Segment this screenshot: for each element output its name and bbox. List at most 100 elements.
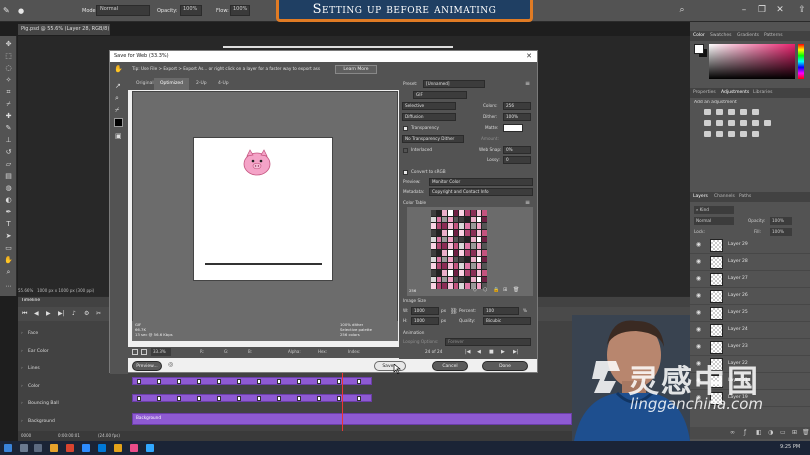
keyframe[interactable] bbox=[217, 379, 221, 384]
color-table-swatch[interactable] bbox=[431, 223, 436, 229]
transparency-dither-select[interactable]: No Transparency Dither bbox=[402, 135, 464, 143]
next-frame-icon[interactable]: ▶ bbox=[501, 349, 505, 355]
color-table-swatch[interactable] bbox=[465, 256, 470, 263]
blur-tool-icon[interactable]: ◍ bbox=[4, 184, 13, 193]
color-table-swatch[interactable] bbox=[482, 256, 487, 263]
color-table-swatch[interactable] bbox=[476, 216, 482, 223]
transparency-checkbox[interactable] bbox=[403, 126, 408, 131]
color-table-swatch[interactable] bbox=[431, 249, 436, 256]
folder-icon[interactable]: ▭ bbox=[780, 429, 786, 436]
keyframe[interactable] bbox=[157, 379, 161, 384]
color-table-swatch[interactable] bbox=[431, 263, 436, 269]
color-table-swatch[interactable] bbox=[436, 216, 442, 223]
shape-tool-icon[interactable]: ▭ bbox=[4, 244, 13, 253]
minimize-icon[interactable]: – bbox=[738, 4, 750, 16]
color-table-swatch[interactable] bbox=[459, 210, 465, 216]
color-table-swatch[interactable] bbox=[436, 243, 442, 249]
tab-libraries[interactable]: Libraries bbox=[753, 88, 772, 98]
keyframe[interactable] bbox=[317, 379, 321, 384]
tab-layers[interactable]: Layers bbox=[693, 192, 708, 202]
app-icon[interactable] bbox=[82, 444, 90, 452]
adjustment-layer-icon[interactable]: ◑ bbox=[768, 429, 773, 436]
share-icon[interactable]: ⇪ bbox=[796, 4, 808, 16]
tab-optimized[interactable]: Optimized bbox=[154, 78, 190, 90]
keyframe[interactable] bbox=[137, 379, 141, 384]
color-table-swatch[interactable] bbox=[448, 243, 453, 249]
keyframe[interactable] bbox=[217, 396, 221, 401]
color-lookup-icon[interactable] bbox=[764, 120, 771, 126]
timeline-clip-bouncing-ball[interactable] bbox=[132, 394, 372, 402]
hue-sat-icon[interactable] bbox=[704, 120, 711, 126]
color-table-swatch[interactable] bbox=[442, 236, 448, 243]
color-table-swatch[interactable] bbox=[442, 283, 448, 289]
document-tab[interactable]: Pig.psd @ 55.6% (Layer 28, RGB/8) * bbox=[18, 24, 110, 35]
color-table-swatch[interactable] bbox=[436, 210, 442, 216]
keyframe[interactable] bbox=[297, 379, 301, 384]
color-table-swatch[interactable] bbox=[442, 276, 448, 283]
tab-swatches[interactable]: Swatches bbox=[710, 31, 732, 41]
matte-swatch[interactable] bbox=[503, 124, 523, 132]
format-select[interactable]: GIF bbox=[413, 91, 467, 99]
color-table-swatch[interactable] bbox=[459, 269, 465, 276]
color-table-swatch[interactable] bbox=[470, 276, 476, 283]
color-table-swatch[interactable] bbox=[465, 210, 470, 216]
tab-gradients[interactable]: Gradients bbox=[737, 31, 759, 41]
color-table-swatch[interactable] bbox=[470, 216, 476, 223]
color-table-swatch[interactable] bbox=[442, 210, 448, 216]
color-table-swatch[interactable] bbox=[482, 210, 487, 216]
layer-row[interactable]: ◉ Layer 25 bbox=[690, 305, 810, 322]
optimized-preview[interactable] bbox=[132, 91, 398, 329]
keyframe[interactable] bbox=[297, 396, 301, 401]
eraser-tool-icon[interactable]: ▱ bbox=[4, 160, 13, 169]
color-table-swatch[interactable] bbox=[436, 283, 442, 289]
hand-tool-icon[interactable]: ✋ bbox=[4, 256, 13, 265]
first-frame-icon[interactable]: |◀ bbox=[465, 349, 471, 355]
browser-preview-icon[interactable]: ◎ bbox=[168, 361, 173, 368]
color-table-swatch[interactable] bbox=[482, 223, 487, 229]
new-color-icon[interactable]: ⊞ bbox=[503, 287, 507, 293]
keyframe[interactable] bbox=[237, 396, 241, 401]
tab-2up[interactable]: 2-Up bbox=[190, 78, 213, 90]
color-table-swatch[interactable] bbox=[459, 276, 465, 283]
color-balance-icon[interactable] bbox=[716, 120, 723, 126]
blend-mode-select[interactable]: Normal bbox=[694, 217, 734, 225]
color-table-swatch[interactable] bbox=[448, 256, 453, 263]
color-table-swatch[interactable] bbox=[436, 229, 442, 236]
app-icon[interactable] bbox=[66, 444, 74, 452]
color-table-swatch[interactable] bbox=[476, 243, 482, 249]
color-table-swatch[interactable] bbox=[459, 236, 465, 243]
curves-icon[interactable] bbox=[728, 109, 735, 115]
color-table-swatch[interactable] bbox=[431, 283, 436, 289]
color-table-swatch[interactable] bbox=[448, 276, 453, 283]
color-table-swatch[interactable] bbox=[470, 236, 476, 243]
colors-select[interactable]: 256 bbox=[503, 102, 531, 110]
color-table-swatch[interactable] bbox=[459, 216, 465, 223]
photoshop-icon[interactable] bbox=[146, 444, 154, 452]
layer-row[interactable]: ◉ Layer 24 bbox=[690, 322, 810, 339]
settings-menu-icon[interactable]: ≡ bbox=[525, 80, 530, 87]
color-table-swatch[interactable] bbox=[442, 243, 448, 249]
color-table-swatch[interactable] bbox=[476, 263, 482, 269]
brush-tool-icon[interactable]: ✎ bbox=[4, 124, 13, 133]
color-table-swatch[interactable] bbox=[482, 269, 487, 276]
color-table-swatch[interactable] bbox=[448, 283, 453, 289]
color-table-swatch[interactable] bbox=[453, 216, 459, 223]
layer-row[interactable]: ◉ Layer 28 bbox=[690, 254, 810, 271]
link-proportions-icon[interactable]: ⛓ bbox=[450, 308, 458, 315]
color-table-swatch[interactable] bbox=[448, 236, 453, 243]
color-table-swatch[interactable] bbox=[476, 269, 482, 276]
lock-color-icon[interactable]: 🔒 bbox=[493, 287, 499, 293]
color-table-swatch[interactable] bbox=[476, 256, 482, 263]
color-table-swatch[interactable] bbox=[465, 263, 470, 269]
vibrance-icon[interactable] bbox=[752, 109, 759, 115]
interlaced-checkbox[interactable] bbox=[403, 148, 408, 153]
color-table-swatch[interactable] bbox=[465, 229, 470, 236]
quality-select[interactable]: Bicubic bbox=[483, 317, 531, 325]
reduction-select[interactable]: Selective bbox=[402, 102, 456, 110]
new-layer-icon[interactable]: ⊞ bbox=[792, 429, 797, 436]
task-view-icon[interactable] bbox=[34, 444, 42, 452]
tab-patterns[interactable]: Patterns bbox=[764, 31, 783, 41]
color-table-swatch[interactable] bbox=[431, 236, 436, 243]
hand-tool-icon[interactable]: ✋ bbox=[114, 65, 123, 73]
keyframe[interactable] bbox=[157, 396, 161, 401]
